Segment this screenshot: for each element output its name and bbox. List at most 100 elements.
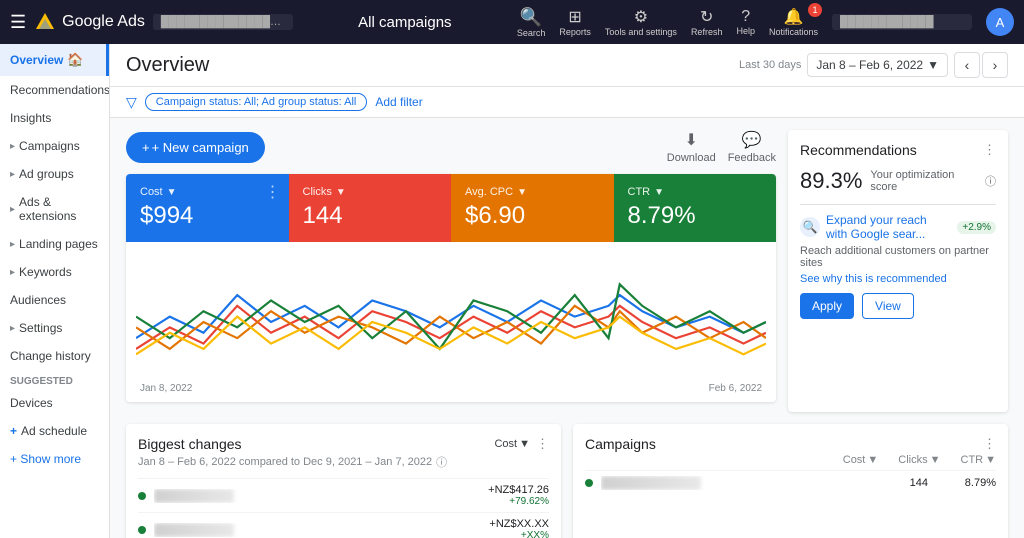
table-row: +NZ$417.26 +79.62%	[138, 478, 549, 512]
sidebar-show-more[interactable]: + Show more	[0, 445, 109, 473]
rec-score-value: 89.3%	[800, 168, 862, 194]
biggest-changes-metric-select[interactable]: Cost ▼	[494, 438, 530, 450]
help-nav-item[interactable]: ? Help	[736, 8, 755, 36]
col-header-clicks[interactable]: Clicks ▼	[898, 454, 940, 466]
sidebar-item-campaigns[interactable]: ▸ Campaigns	[0, 132, 109, 160]
plus-icon: +	[142, 140, 150, 155]
reports-nav-item[interactable]: ⊞ Reports	[559, 7, 591, 37]
sidebar-item-ad-schedule[interactable]: + Ad schedule	[0, 417, 109, 445]
sidebar-item-settings[interactable]: ▸ Settings	[0, 314, 109, 342]
help-icon: ?	[741, 8, 750, 26]
biggest-changes-more-icon[interactable]: ⋮	[536, 436, 549, 452]
campaigns-more-icon[interactable]: ⋮	[983, 436, 996, 452]
rec-item-header: 🔍 Expand your reach with Google sear... …	[800, 213, 996, 241]
metric-avg-cpc: Avg. CPC ▼ $6.90	[451, 174, 614, 242]
left-panel: + + New campaign ⬇ Download 💬 Feedback	[126, 130, 776, 412]
chevron-down-icon: ▼	[867, 454, 878, 466]
chevron-right-icon-2: ▸	[10, 169, 15, 180]
notifications-nav-item[interactable]: 🔔 1 Notifications	[769, 7, 818, 37]
metric-cpc-dropdown[interactable]: ▼	[517, 187, 527, 198]
search-expand-icon: 🔍	[803, 220, 818, 234]
show-more-label: + Show more	[10, 452, 81, 466]
sidebar-item-landing-pages[interactable]: ▸ Landing pages	[0, 230, 109, 258]
main-content: + + New campaign ⬇ Download 💬 Feedback	[110, 118, 1024, 424]
rec-item-icon: 🔍	[800, 217, 820, 237]
sidebar-item-insights[interactable]: Insights	[0, 104, 109, 132]
download-action[interactable]: ⬇ Download	[667, 130, 716, 164]
performance-chart	[136, 252, 766, 392]
campaigns-title: Campaigns	[585, 436, 656, 452]
metric-ctr-value: 8.79%	[628, 202, 763, 230]
sidebar-item-ads-extensions[interactable]: ▸ Ads & extensions	[0, 188, 109, 230]
next-date-button[interactable]: ›	[982, 52, 1008, 78]
metric-ctr-dropdown[interactable]: ▼	[654, 187, 664, 198]
metric-clicks-header: Clicks ▼	[303, 186, 438, 198]
refresh-icon: ↻	[700, 7, 713, 27]
metrics-row: Cost ▼ $994 ⋮ Clicks ▼ 144	[126, 174, 776, 242]
search-nav-item[interactable]: 🔍 Search	[517, 7, 546, 38]
chevron-down-icon: ▼	[927, 58, 939, 72]
filter-chip-text: Campaign status: All; Ad group status: A…	[156, 96, 357, 108]
main-layout: Overview 🏠 Recommendations Insights ▸ Ca…	[0, 44, 1024, 538]
row-value-block-2: +NZ$XX.XX +XX%	[489, 518, 549, 538]
hamburger-menu[interactable]: ☰	[10, 12, 26, 33]
sidebar-item-overview[interactable]: Overview 🏠	[0, 44, 109, 76]
metric-cost-value: $994	[140, 202, 275, 230]
avatar[interactable]: A	[986, 8, 1014, 36]
sidebar-item-devices[interactable]: Devices	[0, 389, 109, 417]
filter-chip[interactable]: Campaign status: All; Ad group status: A…	[145, 93, 368, 111]
new-campaign-label: + New campaign	[152, 140, 249, 155]
feedback-action[interactable]: 💬 Feedback	[728, 130, 776, 164]
metric-cost-more[interactable]: ⋮	[265, 182, 281, 202]
new-campaign-button[interactable]: + + New campaign	[126, 132, 265, 163]
chevron-right-icon-6: ▸	[10, 323, 15, 334]
all-campaigns-label: All campaigns	[358, 14, 451, 31]
sidebar-item-audiences[interactable]: Audiences	[0, 286, 109, 314]
rec-item-title[interactable]: Expand your reach with Google sear...	[826, 213, 951, 241]
rec-score-label-block: Your optimization score ⓘ	[870, 169, 996, 193]
campaigns-table-row: 144 8.79%	[585, 470, 996, 495]
metric-cost-label: Cost	[140, 186, 163, 198]
rec-apply-button[interactable]: Apply	[800, 293, 854, 319]
rec-view-button[interactable]: View	[862, 293, 914, 319]
metric-ctr-label: CTR	[628, 186, 651, 198]
rec-card-header: Recommendations ⋮	[800, 142, 996, 158]
col-header-ctr[interactable]: CTR ▼	[961, 454, 997, 466]
row-change-2: +XX%	[489, 530, 549, 538]
campaign-name	[601, 476, 860, 490]
chevron-down-icon: ▼	[519, 438, 530, 450]
chevron-right-icon-3: ▸	[10, 204, 15, 215]
metric-clicks-dropdown[interactable]: ▼	[336, 187, 346, 198]
sidebar-item-ad-groups[interactable]: ▸ Ad groups	[0, 160, 109, 188]
row-value-2: +NZ$XX.XX	[489, 518, 549, 530]
rec-score-label-text: Your optimization score	[870, 169, 983, 193]
add-filter-button[interactable]: Add filter	[375, 95, 422, 109]
account-name[interactable]: ████████████████	[153, 14, 293, 30]
date-range-button[interactable]: Jan 8 – Feb 6, 2022 ▼	[807, 53, 948, 77]
search-nav-label: Search	[517, 28, 546, 38]
sidebar-item-keywords[interactable]: ▸ Keywords	[0, 258, 109, 286]
refresh-nav-item[interactable]: ↻ Refresh	[691, 7, 723, 37]
rec-more-icon[interactable]: ⋮	[983, 142, 996, 158]
feedback-icon: 💬	[742, 130, 762, 150]
biggest-changes-header: Biggest changes Cost ▼ ⋮	[138, 436, 549, 452]
col-header-cost[interactable]: Cost ▼	[843, 454, 879, 466]
metric-cpc-label: Avg. CPC	[465, 186, 513, 198]
sidebar-item-recommendations[interactable]: Recommendations	[0, 76, 109, 104]
plus-icon: +	[10, 424, 17, 438]
rec-item-link[interactable]: See why this is recommended	[800, 273, 996, 285]
sidebar-item-change-history[interactable]: Change history	[0, 342, 109, 370]
metric-cost-dropdown[interactable]: ▼	[167, 187, 177, 198]
account-display[interactable]: ████████████	[832, 14, 972, 30]
prev-date-button[interactable]: ‹	[954, 52, 980, 78]
blurred-name	[154, 489, 234, 503]
date-range-section: Last 30 days Jan 8 – Feb 6, 2022 ▼ ‹ ›	[739, 52, 1008, 78]
nav-right: 🔍 Search ⊞ Reports ⚙ Tools and settings …	[517, 7, 1014, 38]
metric-ctr: CTR ▼ 8.79%	[614, 174, 777, 242]
logo-icon	[34, 11, 56, 33]
tools-nav-item[interactable]: ⚙ Tools and settings	[605, 7, 677, 37]
campaign-status-dot	[585, 479, 593, 487]
recommendations-sidebar-label: Recommendations	[10, 83, 110, 97]
change-history-sidebar-label: Change history	[10, 349, 91, 363]
rec-item-desc: Reach additional customers on partner si…	[800, 245, 996, 269]
